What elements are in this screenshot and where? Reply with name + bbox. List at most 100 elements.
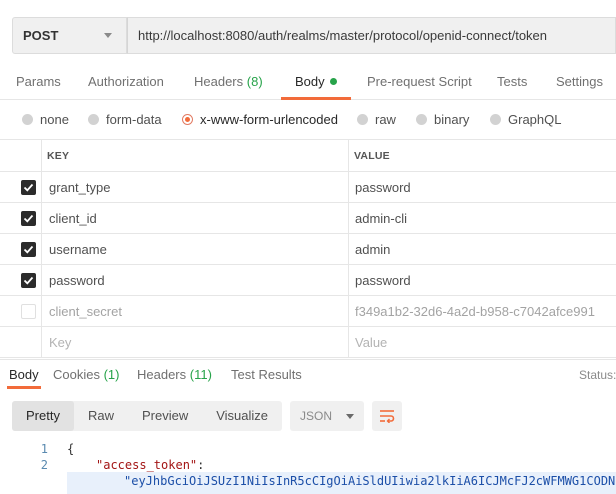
tab-response-headers[interactable]: Headers (11) (137, 367, 212, 382)
radio-raw[interactable]: raw (357, 112, 396, 127)
column-divider (41, 265, 42, 295)
chevron-down-icon (104, 33, 112, 38)
param-key[interactable]: client_id (49, 211, 97, 226)
param-value[interactable]: password (355, 180, 411, 195)
column-divider (348, 203, 349, 233)
body-active-dot-icon (329, 78, 337, 85)
row-checkbox[interactable] (21, 304, 36, 319)
status-label: Status: (579, 368, 616, 382)
param-value[interactable]: admin (355, 242, 390, 257)
column-divider (348, 140, 349, 171)
row-checkbox[interactable] (21, 273, 36, 288)
new-value-input[interactable]: Value (355, 335, 387, 350)
column-divider (348, 265, 349, 295)
tab-body[interactable]: Body (295, 64, 337, 100)
tab-test-results[interactable]: Test Results (231, 367, 302, 382)
wrap-lines-icon (380, 410, 395, 423)
column-divider (348, 296, 349, 326)
tab-pre-request-script[interactable]: Pre-request Script (367, 64, 472, 100)
table-row: client_id admin-cli (0, 203, 616, 234)
table-row-new: Key Value (0, 327, 616, 358)
table-row: username admin (0, 234, 616, 265)
tab-response-body[interactable]: Body (9, 367, 39, 382)
view-mode-toggle: Pretty Raw Preview Visualize (12, 401, 283, 431)
new-key-input[interactable]: Key (49, 335, 71, 350)
radio-urlencoded[interactable]: x-www-form-urlencoded (182, 112, 338, 127)
row-checkbox[interactable] (21, 242, 36, 257)
radio-binary[interactable]: binary (416, 112, 469, 127)
param-key[interactable]: grant_type (49, 180, 110, 195)
active-response-tab-indicator (7, 386, 41, 389)
radio-binary-label: binary (434, 112, 470, 127)
check-icon (23, 245, 34, 254)
radio-circle-icon (357, 114, 368, 125)
response-body-code[interactable]: 1 2 { "access_token": "eyJhbGciOiJSUzI1N… (0, 440, 616, 494)
method-label: POST (23, 28, 59, 43)
table-row: grant_type password (0, 172, 616, 203)
radio-none[interactable]: none (22, 112, 69, 127)
check-icon (23, 183, 34, 192)
param-value[interactable]: admin-cli (355, 211, 407, 226)
radio-urlencoded-label: x-www-form-urlencoded (200, 112, 338, 127)
chevron-down-icon (346, 413, 355, 419)
radio-graphql-label: GraphQL (508, 112, 562, 127)
request-url-bar: POST http://localhost:8080/auth/realms/m… (12, 17, 616, 54)
table-row: client_secret f349a1b2-32d6-4a2d-b958-c7… (0, 296, 616, 327)
row-checkbox[interactable] (21, 211, 36, 226)
url-input[interactable]: http://localhost:8080/auth/realms/master… (127, 17, 616, 54)
radio-form-data-label: form-data (106, 112, 162, 127)
response-headers-count-badge: (11) (189, 367, 212, 382)
column-divider (41, 296, 42, 326)
value-column-header: VALUE (354, 150, 390, 162)
column-divider (41, 140, 42, 171)
key-column-header: KEY (47, 150, 70, 162)
tab-tests[interactable]: Tests (497, 64, 527, 100)
param-value[interactable]: f349a1b2-32d6-4a2d-b958-c7042afce991 (355, 304, 595, 319)
request-tabs: Params Authorization Headers (8) Body Pr… (0, 64, 616, 100)
tab-settings[interactable]: Settings (556, 64, 603, 100)
param-key[interactable]: client_secret (49, 304, 122, 319)
json-key: "access_token" (96, 458, 198, 472)
radio-circle-icon (88, 114, 99, 125)
format-label: JSON (300, 409, 333, 423)
visualize-button[interactable]: Visualize (202, 401, 282, 431)
column-divider (348, 327, 349, 357)
cookies-count-badge: (1) (103, 367, 120, 382)
line-number: 1 (40, 442, 48, 456)
body-type-options: none form-data x-www-form-urlencoded raw… (0, 106, 616, 134)
radio-selected-icon (182, 114, 193, 125)
code-line: "eyJhbGciOiJSUzI1NiIsInR5cCIgOiAiSldUIiw… (124, 474, 615, 488)
tab-response-headers-label: Headers (137, 367, 187, 382)
param-key[interactable]: username (49, 242, 107, 257)
tab-headers[interactable]: Headers (8) (194, 64, 263, 100)
check-icon (23, 276, 34, 285)
tab-authorization[interactable]: Authorization (88, 64, 164, 100)
check-icon (23, 214, 34, 223)
preview-button[interactable]: Preview (128, 401, 202, 431)
tab-headers-label: Headers (194, 74, 244, 89)
param-key[interactable]: password (49, 273, 105, 288)
headers-count-badge: (8) (246, 74, 263, 89)
param-value[interactable]: password (355, 273, 411, 288)
tab-body-label: Body (295, 74, 325, 89)
tab-response-cookies[interactable]: Cookies (1) (53, 367, 119, 382)
column-divider (348, 172, 349, 202)
radio-none-label: none (40, 112, 69, 127)
method-select[interactable]: POST (12, 17, 127, 54)
radio-form-data[interactable]: form-data (88, 112, 162, 127)
active-tab-indicator (281, 97, 351, 100)
column-divider (41, 172, 42, 202)
column-divider (41, 203, 42, 233)
radio-graphql[interactable]: GraphQL (490, 112, 561, 127)
radio-circle-icon (22, 114, 33, 125)
tab-params[interactable]: Params (16, 64, 61, 100)
radio-circle-icon (416, 114, 427, 125)
raw-button[interactable]: Raw (74, 401, 128, 431)
pretty-button[interactable]: Pretty (12, 401, 74, 431)
row-checkbox[interactable] (21, 180, 36, 195)
wrap-lines-button[interactable] (372, 401, 403, 431)
format-select[interactable]: JSON (290, 401, 365, 431)
line-number: 2 (40, 458, 48, 472)
code-line: "access_token": (96, 458, 204, 472)
response-tabs: Body Cookies (1) Headers (11) Test Resul… (0, 359, 616, 389)
